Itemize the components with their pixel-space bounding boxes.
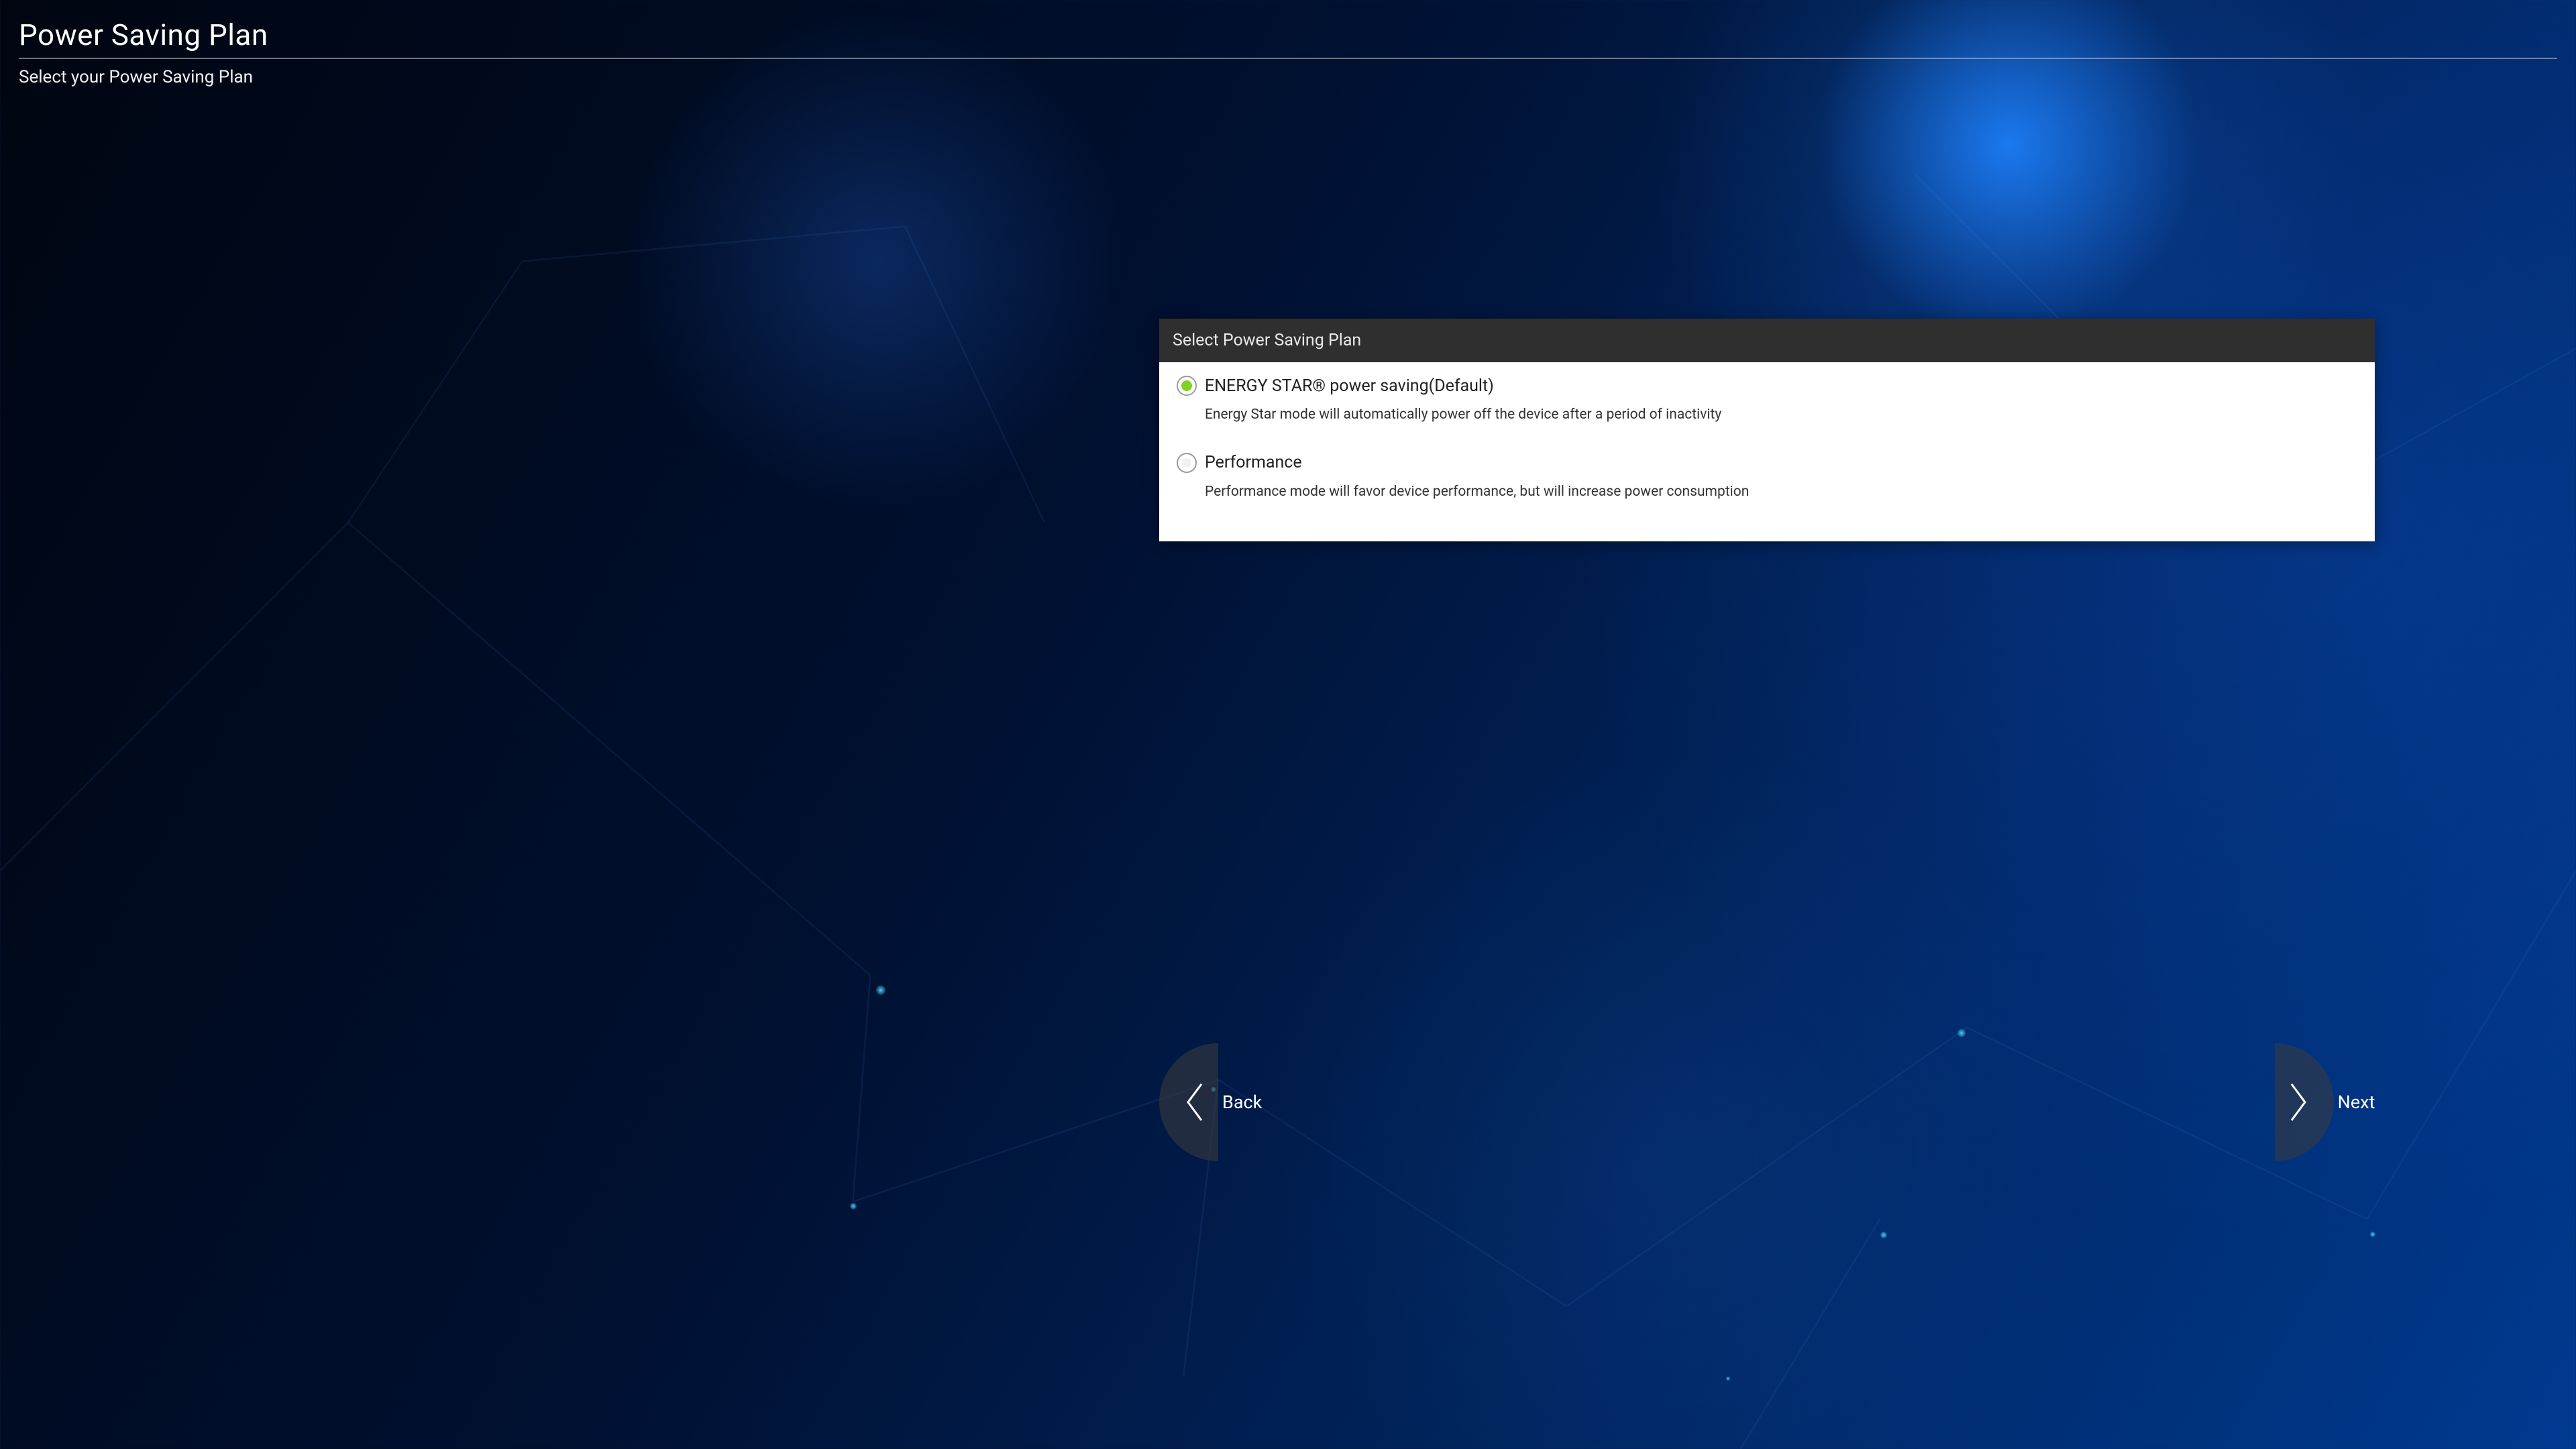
title-divider	[19, 58, 2557, 59]
radio-unselected-icon	[1177, 453, 1197, 473]
option-label: ENERGY STAR® power saving(Default)	[1205, 376, 1494, 396]
back-label: Back	[1222, 1091, 1262, 1113]
option-label: Performance	[1205, 453, 1302, 472]
radio-selected-icon	[1177, 376, 1197, 396]
power-plan-card: Select Power Saving Plan ENERGY STAR® po…	[1159, 319, 2375, 541]
option-description: Energy Star mode will automatically powe…	[1205, 405, 2357, 424]
option-description: Performance mode will favor device perfo…	[1205, 482, 2357, 501]
option-energy-star[interactable]: ENERGY STAR® power saving(Default) Energ…	[1177, 376, 2357, 424]
next-button[interactable]: Next	[2275, 1043, 2375, 1161]
page-title: Power Saving Plan	[19, 17, 2557, 52]
next-label: Next	[2338, 1091, 2375, 1113]
card-header: Select Power Saving Plan	[1159, 319, 2375, 362]
back-button[interactable]: Back	[1159, 1043, 1262, 1161]
option-performance[interactable]: Performance Performance mode will favor …	[1177, 453, 2357, 501]
page-subtitle: Select your Power Saving Plan	[19, 67, 2557, 87]
chevron-left-icon	[1159, 1043, 1218, 1161]
chevron-right-icon	[2275, 1043, 2334, 1161]
